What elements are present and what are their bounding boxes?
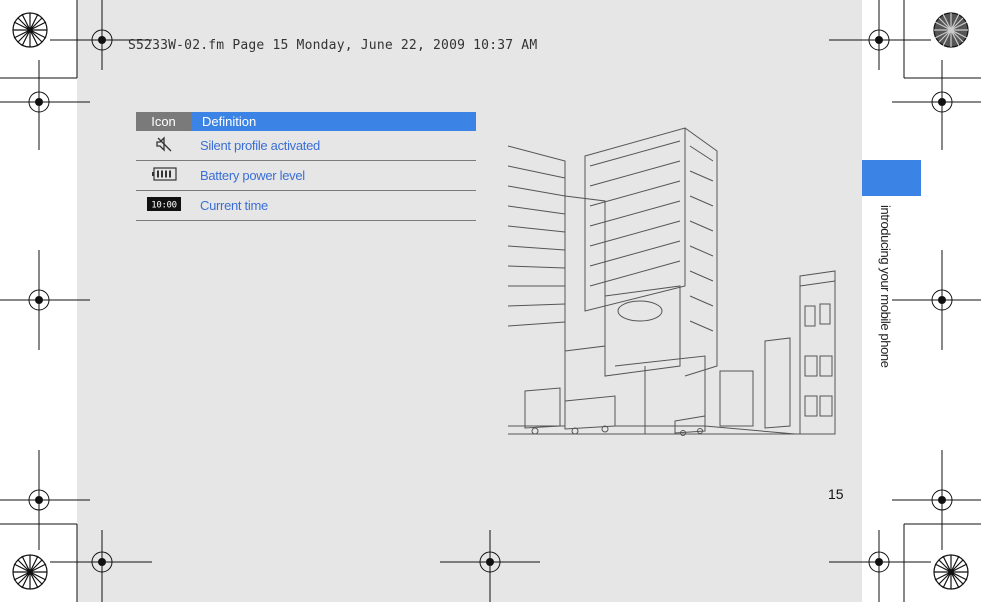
registration-marks (0, 0, 981, 602)
crosshair-icon (0, 0, 981, 602)
starburst-icon (12, 12, 969, 590)
